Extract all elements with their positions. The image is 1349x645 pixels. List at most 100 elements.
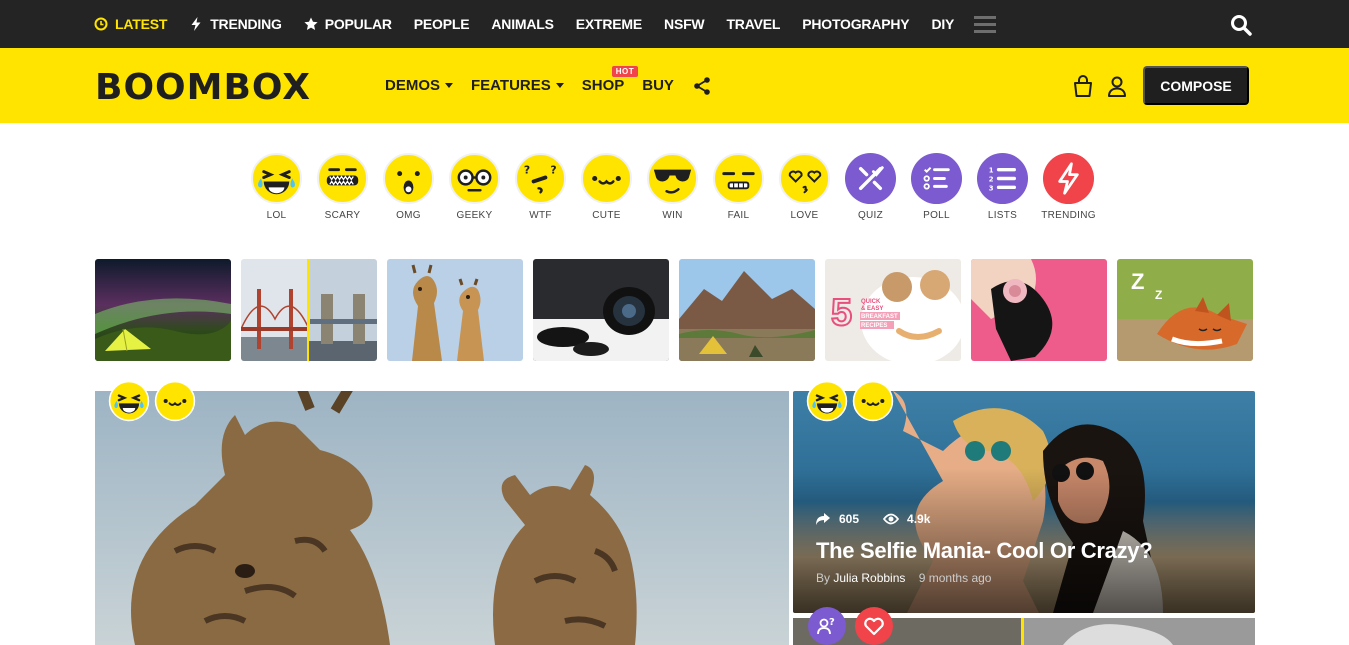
nav-features[interactable]: FEATURES: [471, 77, 564, 94]
reaction-omg[interactable]: OMG: [382, 152, 435, 221]
cute-icon: [580, 152, 633, 205]
fox-z-large: Z: [1131, 269, 1144, 294]
topnav-extreme[interactable]: EXTREME: [576, 16, 642, 32]
menu-hamburger-icon[interactable]: [974, 15, 997, 33]
topnav-diy[interactable]: DIY: [931, 16, 954, 32]
clock-icon: [94, 17, 108, 31]
topnav-latest[interactable]: LATEST: [94, 16, 167, 32]
quiz-icon: [844, 152, 897, 205]
topnav-label: NSFW: [664, 16, 705, 32]
user-icon[interactable]: [1106, 74, 1128, 98]
topnav-nsfw[interactable]: NSFW: [664, 16, 705, 32]
heart-icon: [863, 615, 885, 637]
lol-icon: [250, 152, 303, 205]
svg-text:3: 3: [989, 184, 994, 192]
reaction-label: FAIL: [727, 210, 750, 221]
reaction-poll[interactable]: POLL: [910, 152, 963, 221]
reaction-love[interactable]: LOVE: [778, 152, 831, 221]
shopping-bag-icon[interactable]: [1072, 74, 1094, 98]
nav-shop-label: SHOP: [581, 77, 625, 94]
thumb-giraffes[interactable]: [387, 259, 523, 361]
reaction-label: SCARY: [324, 210, 361, 221]
view-count: 4.9k: [907, 512, 931, 526]
breakfast-number: 5: [831, 292, 852, 334]
quiz-person-icon: ?: [816, 615, 838, 637]
lol-icon[interactable]: [108, 380, 150, 422]
reaction-wtf[interactable]: ?? WTF: [514, 152, 567, 221]
thumb-camera-lens[interactable]: [533, 259, 669, 361]
reaction-trending[interactable]: TRENDING: [1041, 152, 1096, 221]
cute-icon[interactable]: [852, 380, 894, 422]
thumb-aurora-tent[interactable]: [95, 259, 231, 361]
site-logo[interactable]: BOOMBOX: [95, 68, 311, 108]
trending-bolt-icon: [1042, 152, 1095, 205]
topnav-popular[interactable]: POPULAR: [304, 16, 392, 32]
share-arrow-icon: [815, 512, 831, 526]
search-icon[interactable]: [1229, 13, 1253, 37]
topnav-label: ANIMALS: [491, 16, 554, 32]
svg-text:2: 2: [989, 175, 994, 183]
reaction-cute[interactable]: CUTE: [580, 152, 633, 221]
fail-icon: [712, 152, 765, 205]
share-count: 605: [839, 512, 860, 526]
reaction-win[interactable]: WIN: [646, 152, 699, 221]
share-icon[interactable]: [692, 76, 712, 96]
topnav-label: LATEST: [115, 16, 168, 32]
thumb-mountain-camp[interactable]: [679, 259, 815, 361]
thumb-headphones-girl[interactable]: [971, 259, 1107, 361]
reaction-label: POLL: [923, 210, 950, 221]
reaction-geeky[interactable]: GEEKY: [448, 152, 501, 221]
love-badge[interactable]: [855, 607, 893, 645]
quiz-badge[interactable]: ?: [808, 607, 846, 645]
svg-text:?: ?: [524, 164, 530, 177]
bolt-icon: [189, 17, 203, 31]
wtf-icon: ??: [514, 152, 567, 205]
reaction-label: TRENDING: [1041, 210, 1096, 221]
reaction-label: QUIZ: [857, 210, 884, 221]
reaction-fail[interactable]: FAIL: [712, 152, 765, 221]
lol-icon[interactable]: [806, 380, 848, 422]
nav-shop[interactable]: SHOP HOT: [581, 66, 639, 94]
reaction-quiz[interactable]: QUIZ: [844, 152, 897, 221]
poll-icon: [910, 152, 963, 205]
compose-button[interactable]: COMPOSE: [1143, 66, 1249, 105]
nav-buy[interactable]: BUY: [642, 77, 674, 94]
nav-demos[interactable]: DEMOS: [385, 77, 454, 94]
nav-features-label: FEATURES: [471, 77, 551, 94]
topnav-label: TRENDING: [210, 16, 282, 32]
topnav-label: TRAVEL: [726, 16, 781, 32]
chevron-down-icon: [555, 83, 564, 88]
topnav-people[interactable]: PEOPLE: [414, 16, 470, 32]
topnav-trending[interactable]: TRENDING: [189, 16, 282, 32]
hero-post-image[interactable]: [95, 391, 789, 645]
reaction-label: GEEKY: [456, 210, 493, 221]
topnav-label: PHOTOGRAPHY: [802, 16, 910, 32]
topnav-label: POPULAR: [324, 16, 392, 32]
breakfast-quick: QUICK: [861, 299, 881, 305]
thumb-sleeping-fox[interactable]: ZZ: [1117, 259, 1253, 361]
scary-icon: [316, 152, 369, 205]
nav-demos-label: DEMOS: [385, 77, 441, 94]
topnav-photography[interactable]: PHOTOGRAPHY: [802, 16, 909, 32]
thumb-breakfast[interactable]: 5 QUICK & EASY BREAKFAST RECIPES: [825, 259, 961, 361]
win-icon: [646, 152, 699, 205]
reaction-lists[interactable]: 123 LISTS: [976, 152, 1029, 221]
featured-post-title[interactable]: The Selfie Mania- Cool Or Crazy?: [816, 538, 1153, 564]
reaction-scary[interactable]: SCARY: [316, 152, 369, 221]
reaction-lol[interactable]: LOL: [250, 152, 303, 221]
cute-icon[interactable]: [154, 380, 196, 422]
nav-buy-label: BUY: [642, 77, 674, 94]
eye-icon: [883, 512, 900, 526]
svg-text:?: ?: [829, 617, 835, 628]
topnav-travel[interactable]: TRAVEL: [726, 16, 780, 32]
featured-thumbnails: 5 QUICK & EASY BREAKFAST RECIPES ZZ: [95, 259, 1253, 361]
author-link[interactable]: Julia Robbins: [833, 571, 905, 585]
topnav-animals[interactable]: ANIMALS: [491, 16, 554, 32]
post-byline: By Julia Robbins 9 months ago: [816, 571, 991, 585]
main-nav: DEMOS FEATURES SHOP HOT BUY: [385, 48, 712, 123]
post-time: 9 months ago: [918, 571, 992, 585]
thumb-bridges[interactable]: [241, 259, 377, 361]
svg-text:?: ?: [550, 164, 556, 177]
post-stats: 605 4.9k: [815, 512, 930, 526]
love-icon: [778, 152, 831, 205]
